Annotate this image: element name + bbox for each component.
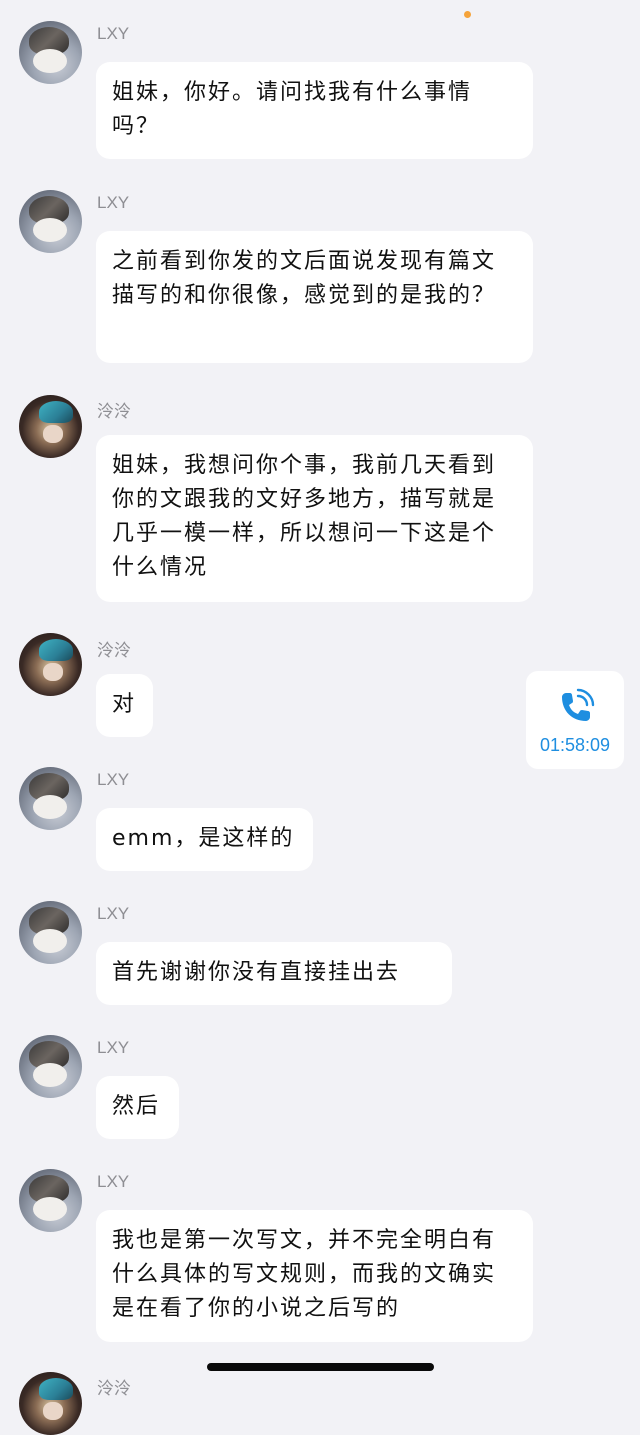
sender-name: LXY: [97, 24, 130, 43]
phone-call-icon: [562, 688, 595, 721]
message-bubble[interactable]: 首先谢谢你没有直接挂出去: [96, 942, 452, 1005]
user-avatar[interactable]: [19, 21, 82, 84]
message-bubble[interactable]: 然后: [96, 1076, 179, 1139]
sender-name: LXY: [97, 770, 130, 789]
sender-name: LXY: [97, 904, 130, 923]
sender-name: 泠泠: [97, 402, 131, 421]
user-avatar[interactable]: [19, 901, 82, 964]
user-avatar[interactable]: [19, 633, 82, 696]
message-bubble[interactable]: emm，是这样的: [96, 808, 313, 871]
user-avatar[interactable]: [19, 1372, 82, 1435]
call-duration: 01:58:09: [539, 735, 611, 755]
sender-name: 泠泠: [97, 641, 131, 660]
user-avatar[interactable]: [19, 1169, 82, 1232]
message-bubble[interactable]: 之前看到你发的文后面说发现有篇文描写的和你很像，感觉到的是我的？: [96, 231, 533, 363]
user-avatar[interactable]: [19, 1035, 82, 1098]
user-avatar[interactable]: [19, 190, 82, 253]
voice-call-record[interactable]: 01:58:09: [526, 671, 624, 769]
message-bubble[interactable]: 对: [96, 674, 153, 737]
status-indicator-dot: [464, 11, 471, 18]
sender-name: LXY: [97, 1038, 130, 1057]
message-bubble[interactable]: 我也是第一次写文，并不完全明白有什么具体的写文规则，而我的文确实是在看了你的小说…: [96, 1210, 533, 1342]
message-bubble[interactable]: 姐妹，我想问你个事，我前几天看到你的文跟我的文好多地方，描写就是几乎一模一样，所…: [96, 435, 533, 602]
message-bubble[interactable]: 姐妹，你好。请问找我有什么事情吗？: [96, 62, 533, 159]
sender-name: LXY: [97, 1172, 130, 1191]
user-avatar[interactable]: [19, 767, 82, 830]
home-indicator[interactable]: [207, 1363, 434, 1371]
sender-name: LXY: [97, 193, 130, 212]
user-avatar[interactable]: [19, 395, 82, 458]
sender-name: 泠泠: [97, 1379, 131, 1398]
